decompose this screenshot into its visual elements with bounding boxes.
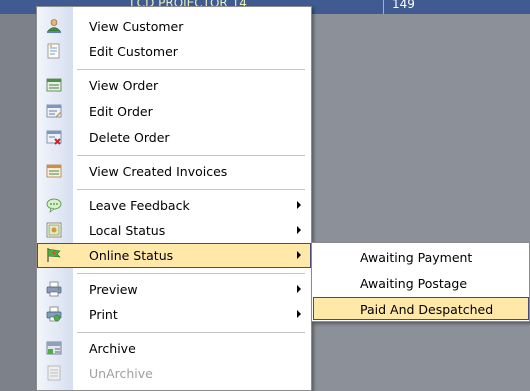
view-customer-icon (46, 18, 62, 34)
menu-item-local-status[interactable]: Local Status (37, 218, 311, 242)
menu-item-label: Local Status (89, 223, 166, 238)
menu-item-label: UnArchive (89, 366, 153, 381)
row-header-column (0, 14, 36, 391)
menu-item-preview[interactable]: Preview (37, 277, 311, 301)
edit-customer-icon (46, 43, 62, 59)
submenu-arrow-icon (297, 310, 301, 318)
preview-icon (46, 281, 62, 297)
menu-item-view-order[interactable]: View Order (37, 73, 311, 97)
menu-item-online-status[interactable]: Online Status (37, 243, 311, 268)
menu-item-label: Preview (89, 282, 138, 297)
menu-item-view-created-invoices[interactable]: View Created Invoices (37, 159, 311, 183)
app-background: LCD PROJECTOR 14 149 View Customer Edit … (0, 0, 530, 391)
menu-item-archive[interactable]: Archive (37, 336, 311, 360)
submenu-arrow-icon (297, 251, 301, 259)
menu-item-label: Edit Customer (89, 44, 178, 59)
menu-item-delete-order[interactable]: Delete Order (37, 125, 311, 149)
menu-item-label: Leave Feedback (89, 198, 190, 213)
submenu-item-awaiting-postage[interactable]: Awaiting Postage (313, 271, 529, 294)
grid-cell-divider (383, 0, 384, 14)
submenu-item-paid-and-despatched[interactable]: Paid And Despatched (313, 297, 529, 320)
menu-separator (77, 332, 305, 333)
online-status-icon (46, 247, 62, 263)
online-status-submenu: Awaiting Payment Awaiting Postage Paid A… (311, 242, 530, 322)
unarchive-icon (46, 365, 62, 381)
menu-separator (77, 189, 305, 190)
submenu-arrow-icon (297, 226, 301, 234)
menu-item-label: Archive (89, 341, 136, 356)
local-status-icon (46, 222, 62, 238)
menu-item-label: View Order (89, 78, 159, 93)
menu-item-label: View Customer (89, 19, 184, 34)
invoices-icon (46, 163, 62, 179)
submenu-arrow-icon (297, 201, 301, 209)
submenu-item-label: Awaiting Postage (360, 276, 468, 291)
menu-item-label: Print (89, 307, 118, 322)
context-menu: View Customer Edit Customer View Order E… (36, 6, 312, 391)
menu-item-label: Edit Order (89, 104, 153, 119)
feedback-icon (46, 197, 62, 213)
menu-separator (77, 69, 305, 70)
menu-item-edit-order[interactable]: Edit Order (37, 99, 311, 123)
menu-item-label: View Created Invoices (89, 164, 228, 179)
print-icon (46, 306, 62, 322)
menu-separator (77, 155, 305, 156)
menu-item-label: Online Status (89, 248, 174, 263)
archive-icon (46, 340, 62, 356)
submenu-item-label: Paid And Despatched (360, 302, 494, 317)
delete-order-icon (46, 129, 62, 145)
menu-item-label: Delete Order (89, 130, 170, 145)
menu-item-leave-feedback[interactable]: Leave Feedback (37, 193, 311, 217)
grid-cell-value: 149 (392, 0, 415, 11)
menu-item-view-customer[interactable]: View Customer (37, 14, 311, 38)
submenu-item-label: Awaiting Payment (360, 250, 473, 265)
view-order-icon (46, 77, 62, 93)
menu-item-edit-customer[interactable]: Edit Customer (37, 39, 311, 63)
menu-separator (77, 273, 305, 274)
submenu-item-awaiting-payment[interactable]: Awaiting Payment (313, 245, 529, 268)
submenu-arrow-icon (297, 285, 301, 293)
edit-order-icon (46, 103, 62, 119)
menu-item-unarchive[interactable]: UnArchive (37, 361, 311, 385)
menu-item-print[interactable]: Print (37, 302, 311, 326)
